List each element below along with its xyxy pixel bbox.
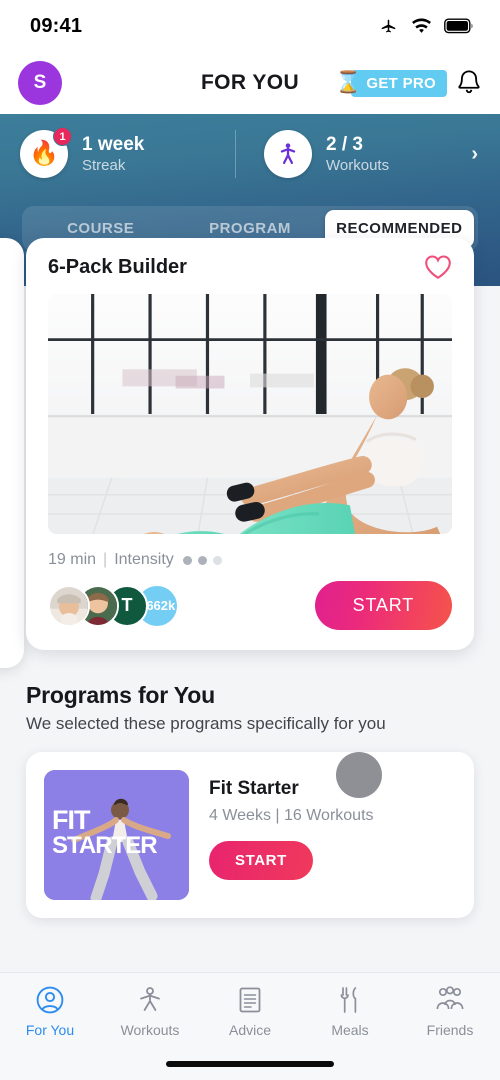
programs-section: Programs for You We selected these progr… xyxy=(0,682,500,918)
status-icons xyxy=(378,17,474,35)
stat-streak[interactable]: 🔥 1 1 week Streak xyxy=(20,127,235,178)
intensity-dot-3 xyxy=(212,555,222,565)
app-header: S FOR YOU ⌛ GET PRO xyxy=(0,52,500,114)
program-start-button[interactable]: START xyxy=(209,841,313,880)
workout-title: 6-Pack Builder xyxy=(48,255,187,278)
streak-badge: 1 xyxy=(53,127,72,146)
status-bar: 09:41 xyxy=(0,0,500,52)
get-pro-label: GET PRO xyxy=(351,69,447,97)
hourglass-icon: ⌛ xyxy=(335,71,362,94)
cutlery-icon xyxy=(337,983,363,1017)
programs-title: Programs for You xyxy=(26,682,215,708)
banner-divider xyxy=(235,130,236,178)
nav-label-workouts: Workouts xyxy=(120,1022,180,1038)
program-info: Fit Starter 4 Weeks | 16 Workouts START xyxy=(209,770,456,880)
nav-label-advice: Advice xyxy=(228,1022,272,1038)
group-icon xyxy=(434,983,466,1017)
workout-duration: 19 min xyxy=(48,551,97,568)
runner-icon xyxy=(264,130,312,178)
workouts-label: Workouts xyxy=(326,156,390,174)
participant-avatars[interactable]: T +662k xyxy=(48,583,179,628)
battery-icon xyxy=(444,18,473,34)
heart-outline-icon[interactable] xyxy=(424,254,452,280)
thumbnail-line-2: STARTER xyxy=(52,831,158,859)
thumbnail-text: FIT STARTER xyxy=(52,805,158,859)
document-icon xyxy=(236,983,264,1017)
program-card-fit-starter[interactable]: FIT STARTER Fit Starter 4 Weeks | 16 Wor… xyxy=(26,752,474,918)
nav-item-friends[interactable]: Friends xyxy=(400,983,500,1038)
bottom-navigation: For You Workouts Advice Meals Friends xyxy=(0,972,500,1080)
workouts-value: 2 / 3 xyxy=(326,133,363,155)
program-thumbnail: FIT STARTER xyxy=(44,770,189,900)
streak-label: Streak xyxy=(82,156,126,174)
nav-item-meals[interactable]: Meals xyxy=(300,983,400,1038)
nav-item-advice[interactable]: Advice xyxy=(200,983,300,1038)
content-area: 6-Pack Builder 19 min | Intensity T +662… xyxy=(0,238,500,918)
intensity-dots xyxy=(182,555,222,565)
flame-icon: 🔥 1 xyxy=(20,127,72,178)
airplane-icon xyxy=(381,19,396,33)
workout-hero-image xyxy=(48,294,452,534)
workout-card[interactable]: 6-Pack Builder 19 min | Intensity T +662… xyxy=(26,238,474,650)
nav-label-meals: Meals xyxy=(331,1022,369,1038)
runner-icon xyxy=(135,983,165,1017)
chevron-right-icon[interactable]: › xyxy=(471,143,480,166)
stat-workouts[interactable]: 2 / 3 Workouts xyxy=(264,130,389,178)
home-indicator xyxy=(166,1061,334,1067)
workout-meta: 19 min | Intensity xyxy=(48,551,452,569)
intensity-dot-2 xyxy=(197,555,207,565)
intensity-label: Intensity xyxy=(114,551,174,568)
meta-separator: | xyxy=(103,551,108,568)
start-workout-button[interactable]: START xyxy=(314,581,452,630)
nav-item-workouts[interactable]: Workouts xyxy=(100,983,200,1038)
workout-card-header: 6-Pack Builder xyxy=(48,254,452,280)
bell-icon[interactable] xyxy=(456,69,482,97)
person-circle-icon xyxy=(35,983,65,1017)
thumbnail-line-1: FIT xyxy=(52,805,90,835)
previous-card-peek[interactable] xyxy=(0,238,24,668)
status-time: 09:41 xyxy=(30,14,83,37)
avatar[interactable]: S xyxy=(18,61,62,105)
banner-stats: 🔥 1 1 week Streak 2 / 3 Workouts › xyxy=(0,114,500,194)
program-name: Fit Starter xyxy=(209,778,299,799)
avatar-photo-1 xyxy=(48,584,90,627)
header-actions: ⌛ GET PRO xyxy=(335,69,482,97)
get-pro-button[interactable]: ⌛ GET PRO xyxy=(335,69,447,97)
program-meta: 4 Weeks | 16 Workouts xyxy=(209,807,374,824)
wifi-icon xyxy=(412,18,431,33)
programs-subtitle: We selected these programs specifically … xyxy=(26,714,386,733)
nav-label-friends: Friends xyxy=(426,1022,474,1038)
cursor-indicator xyxy=(336,752,382,798)
nav-item-for-you[interactable]: For You xyxy=(0,983,100,1038)
workout-card-footer: T +662k START xyxy=(48,581,452,630)
intensity-dot-1 xyxy=(182,555,192,565)
nav-label-for-you: For You xyxy=(25,1022,75,1038)
streak-value: 1 week xyxy=(82,133,145,155)
